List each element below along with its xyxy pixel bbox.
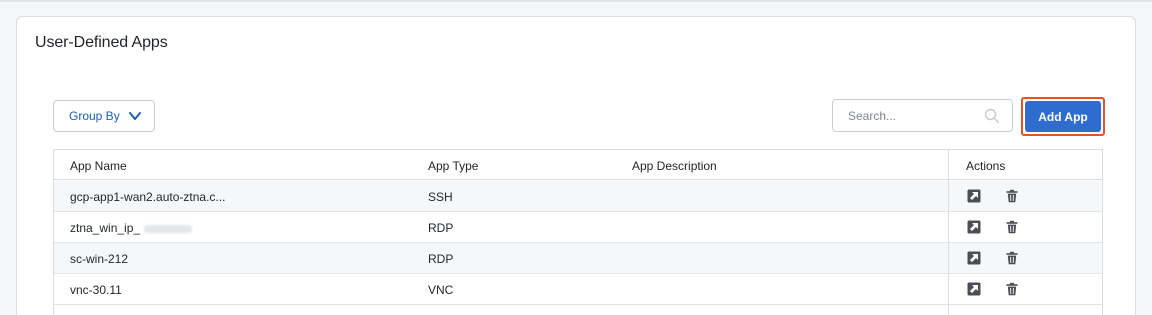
table-row[interactable]: vnc-30.11 VNC xyxy=(54,274,1102,305)
chevron-down-icon xyxy=(129,112,141,120)
open-external-icon[interactable] xyxy=(967,189,981,203)
open-external-icon[interactable] xyxy=(967,251,981,265)
table-row[interactable]: ztna_win_ip_ RDP xyxy=(54,212,1102,243)
redacted-ip xyxy=(144,224,193,233)
app-name-text: ztna_win_ip_ xyxy=(70,221,141,235)
app-name-cell: vnc-30.11 xyxy=(70,283,122,297)
group-by-dropdown[interactable]: Group By xyxy=(53,100,155,132)
app-name-cell: gcp-app1-wan2.auto-ztna.c... xyxy=(70,190,226,204)
trash-icon[interactable] xyxy=(1005,251,1019,265)
panel-title: User-Defined Apps xyxy=(35,34,168,51)
column-header-app-type[interactable]: App Type xyxy=(428,159,478,173)
trash-icon[interactable] xyxy=(1005,220,1019,234)
trash-icon[interactable] xyxy=(1005,189,1019,203)
table-header: App Name App Type App Description Action… xyxy=(54,150,1102,180)
add-app-highlight: Add App xyxy=(1021,97,1105,136)
user-defined-apps-panel: User-Defined Apps Group By Add App App N… xyxy=(16,16,1136,315)
app-name-cell: sc-win-212 xyxy=(70,252,129,266)
open-external-icon[interactable] xyxy=(967,220,981,234)
column-header-app-description[interactable]: App Description xyxy=(632,159,717,173)
app-type-cell: VNC xyxy=(428,283,454,297)
app-type-cell: RDP xyxy=(428,221,454,235)
app-type-cell: SSH xyxy=(428,190,453,204)
add-app-button[interactable]: Add App xyxy=(1025,101,1101,132)
search-box xyxy=(832,99,1013,132)
column-header-app-name[interactable]: App Name xyxy=(70,159,127,173)
apps-table: App Name App Type App Description Action… xyxy=(53,149,1103,315)
actions-column-divider xyxy=(948,150,949,315)
column-header-actions: Actions xyxy=(966,159,1006,173)
search-icon[interactable] xyxy=(984,108,1000,124)
trash-icon[interactable] xyxy=(1005,282,1019,296)
open-external-icon[interactable] xyxy=(967,282,981,296)
top-divider xyxy=(0,0,1152,2)
app-name-cell: ztna_win_ip_ xyxy=(70,221,193,235)
app-type-cell: RDP xyxy=(428,252,454,266)
search-input[interactable] xyxy=(833,100,983,131)
table-row[interactable]: sc-win-212 RDP xyxy=(54,243,1102,274)
group-by-label: Group By xyxy=(69,109,120,123)
table-row[interactable]: gcp-app1-wan2.auto-ztna.c... SSH xyxy=(54,181,1102,212)
